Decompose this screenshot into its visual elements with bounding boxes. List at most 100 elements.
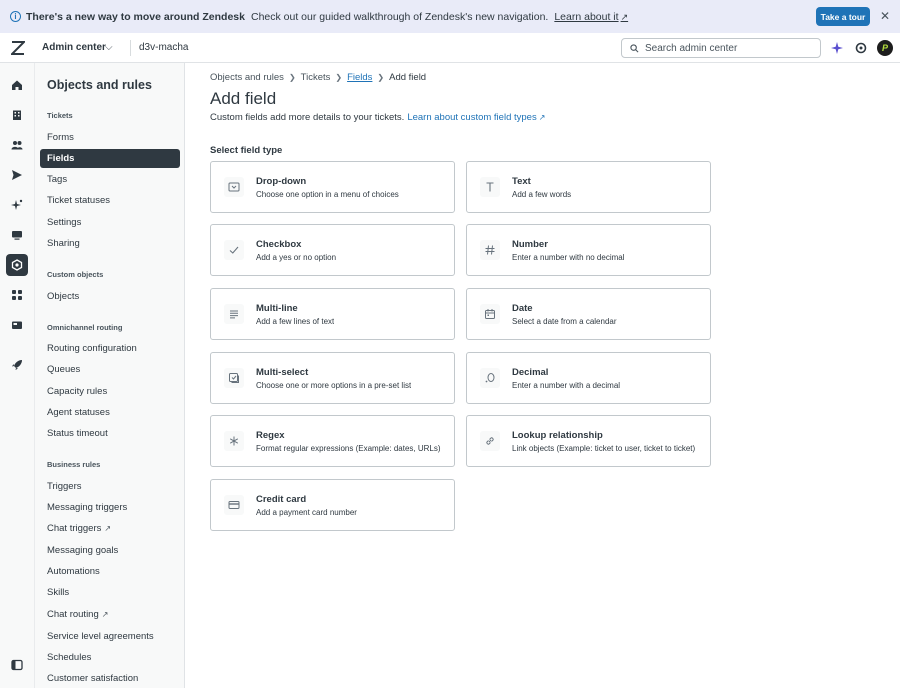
external-link-icon: ↗ [620,11,629,22]
sidebar-item-capacity-rules[interactable]: Capacity rules [40,382,180,401]
apps-icon[interactable] [6,284,28,306]
zendesk-logo-icon[interactable] [11,41,25,55]
external-link-icon: ↗ [104,524,112,533]
breadcrumb-objects-and-rules[interactable]: Objects and rules [210,72,284,83]
sidebar-item-automations[interactable]: Automations [40,562,180,581]
sidebar-group-custom-objects: Custom objects [47,270,104,279]
sidebar-item-ticket-statuses[interactable]: Ticket statuses [40,191,180,210]
breadcrumb-fields[interactable]: Fields [347,72,372,83]
product-tray-icon[interactable] [853,40,869,56]
search-field[interactable] [621,38,821,58]
sidebar-item-sla[interactable]: Service level agreements [40,627,180,646]
dropdown-icon [224,177,244,197]
page-subtitle: Custom fields add more details to your t… [210,112,545,123]
hash-icon [480,240,500,260]
field-type-card-multiline[interactable]: Multi-line Add a few lines of text [210,288,455,340]
breadcrumb-current: Add field [389,72,427,83]
card-description: Choose one or more options in a pre-set … [256,381,412,390]
channels-icon[interactable] [6,314,28,336]
field-type-card-text[interactable]: Text Add a few words [466,161,711,213]
sidebar-item-agent-statuses[interactable]: Agent statuses [40,403,180,422]
sidebar-item-chat-triggers[interactable]: Chat triggers ↗ [40,519,180,538]
sidebar-item-settings[interactable]: Settings [40,213,180,232]
home-icon[interactable] [6,74,28,96]
sidebar-group-tickets: Tickets [47,111,73,120]
monitor-icon[interactable] [6,224,28,246]
sidebar-group-routing: Omnichannel routing [47,323,123,332]
people-icon[interactable] [6,134,28,156]
send-icon[interactable] [6,164,28,186]
learn-field-types-link[interactable]: Learn about custom field types [407,112,536,123]
field-type-card-dropdown[interactable]: Drop-down Choose one option in a menu of… [210,161,455,213]
field-type-card-credit-card[interactable]: Credit card Add a payment card number [210,479,455,531]
card-description: Choose one option in a menu of choices [256,190,399,199]
top-header: Admin center ⌵ d3v-macha P [0,33,900,63]
card-title: Credit card [256,494,307,505]
card-description: Select a date from a calendar [512,317,617,326]
breadcrumb-tickets[interactable]: Tickets [301,72,331,83]
card-description: Enter a number with a decimal [512,381,621,390]
field-type-card-regex[interactable]: Regex Format regular expressions (Exampl… [210,415,455,467]
card-title: Checkbox [256,239,302,250]
field-type-card-multiselect[interactable]: Multi-select Choose one or more options … [210,352,455,404]
sidebar-item-skills[interactable]: Skills [40,583,180,602]
sidebar-item-schedules[interactable]: Schedules [40,648,180,667]
close-icon[interactable]: ✕ [879,10,891,22]
card-title: Regex [256,430,285,441]
sidebar-item-objects[interactable]: Objects [40,287,180,306]
field-type-card-date[interactable]: Date Select a date from a calendar [466,288,711,340]
sidebar-item-messaging-goals[interactable]: Messaging goals [40,541,180,560]
section-label: Select field type [210,145,283,156]
info-icon: i [10,11,21,22]
decimal-icon [480,368,500,388]
sidebar-item-chat-routing[interactable]: Chat routing ↗ [40,605,180,624]
chevron-down-icon[interactable]: ⌵ [105,42,113,53]
field-type-card-decimal[interactable]: Decimal Enter a number with a decimal [466,352,711,404]
search-input[interactable] [645,42,815,54]
banner-headline: There's a new way to move around Zendesk [26,10,245,23]
sidebar-item-customer-satisfaction[interactable]: Customer satisfaction [40,669,180,688]
building-icon[interactable] [6,104,28,126]
rocket-icon[interactable] [6,354,28,376]
panel-toggle-icon[interactable] [6,654,28,676]
card-title: Decimal [512,367,549,378]
field-type-card-lookup[interactable]: Lookup relationship Link objects (Exampl… [466,415,711,467]
card-description: Add a payment card number [256,508,357,517]
product-switcher[interactable]: Admin center [42,42,106,53]
user-avatar[interactable]: P [877,40,893,56]
card-title: Lookup relationship [512,430,603,441]
sidebar-item-routing-configuration[interactable]: Routing configuration [40,339,180,358]
banner-learn-link[interactable]: Learn about it ↗ [554,11,628,23]
card-description: Format regular expressions (Example: dat… [256,444,441,453]
sparkle-icon[interactable] [6,194,28,216]
sidebar-item-fields[interactable]: Fields [40,149,180,168]
product-nav-rail [0,63,35,688]
external-link-icon: ↗ [538,113,546,122]
credit-card-icon [224,495,244,515]
card-description: Add a few words [512,190,572,199]
take-tour-button[interactable]: Take a tour [816,7,870,26]
search-icon [630,43,639,52]
card-description: Enter a number with no decimal [512,253,625,262]
field-type-card-number[interactable]: Number Enter a number with no decimal [466,224,711,276]
card-title: Multi-line [256,303,298,314]
sidebar-item-tags[interactable]: Tags [40,170,180,189]
card-description: Link objects (Example: ticket to user, t… [512,444,696,453]
sidebar-group-business-rules: Business rules [47,460,101,469]
ai-sparkle-icon[interactable] [829,40,845,56]
sidebar-item-label: Chat triggers [47,523,102,534]
sidebar-item-forms[interactable]: Forms [40,128,180,147]
subtitle-text: Custom fields add more details to your t… [210,112,405,123]
calendar-icon [480,304,500,324]
field-type-card-checkbox[interactable]: Checkbox Add a yes or no option [210,224,455,276]
sidebar-item-queues[interactable]: Queues [40,360,180,379]
sidebar-item-triggers[interactable]: Triggers [40,477,180,496]
sidebar-item-sharing[interactable]: Sharing [40,234,180,253]
card-description: Add a yes or no option [256,253,337,262]
header-divider [130,40,131,56]
sidebar-item-label: Chat routing [47,609,99,620]
sidebar-item-messaging-triggers[interactable]: Messaging triggers [40,498,180,517]
sidebar-item-status-timeout[interactable]: Status timeout [40,424,180,443]
objects-rules-icon[interactable] [6,254,28,276]
lines-icon [224,304,244,324]
